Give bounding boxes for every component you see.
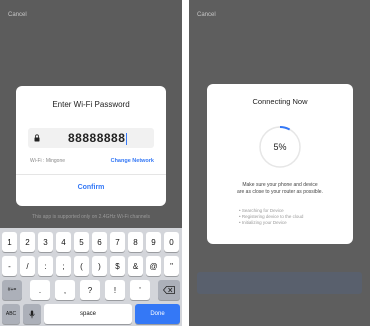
key-1[interactable]: 1 <box>2 232 17 252</box>
key-8[interactable]: 8 <box>128 232 143 252</box>
space-key[interactable]: space <box>44 304 132 324</box>
done-key[interactable]: Done <box>135 304 180 324</box>
key-slash[interactable]: / <box>20 256 35 276</box>
connecting-dialog: Connecting Now 5% Make sure your phone a… <box>207 84 353 244</box>
progress-percent: 5% <box>273 142 287 152</box>
key-open-paren[interactable]: ( <box>74 256 89 276</box>
key-period[interactable]: . <box>30 280 50 300</box>
key-abc[interactable]: ABC <box>2 304 20 324</box>
password-field[interactable]: 88888888 <box>28 128 154 148</box>
message-line: are as close to your router as possible. <box>237 188 323 195</box>
key-question[interactable]: ? <box>80 280 100 300</box>
key-9[interactable]: 9 <box>146 232 161 252</box>
dialog-title: Connecting Now <box>252 97 308 106</box>
bottom-action-bar <box>197 272 362 294</box>
step-item: • Initializing your Device <box>239 220 287 225</box>
key-0[interactable]: 0 <box>164 232 179 252</box>
backspace-icon <box>163 286 175 294</box>
key-4[interactable]: 4 <box>56 232 71 252</box>
key-close-paren[interactable]: ) <box>92 256 107 276</box>
key-dash[interactable]: - <box>2 256 17 276</box>
key-apostrophe[interactable]: ' <box>130 280 150 300</box>
key-semicolon[interactable]: ; <box>56 256 71 276</box>
key-comma[interactable]: , <box>55 280 75 300</box>
proximity-message: Make sure your phone and device are as c… <box>207 182 353 195</box>
key-5[interactable]: 5 <box>74 232 89 252</box>
key-colon[interactable]: : <box>38 256 53 276</box>
wifi-support-note: This app is supported only on 2.4GHz Wi-… <box>31 214 151 220</box>
dialog-title: Enter Wi-Fi Password <box>52 100 130 109</box>
key-7[interactable]: 7 <box>110 232 125 252</box>
cancel-button[interactable]: Cancel <box>197 12 216 18</box>
key-6[interactable]: 6 <box>92 232 107 252</box>
numeric-keyboard: 1 2 3 4 5 6 7 8 9 0 - / : ; ( ) $ & @ " … <box>0 228 182 326</box>
wifi-password-screen: Cancel Enter Wi-Fi Password 88888888 Wi-… <box>0 0 182 326</box>
change-network-link[interactable]: Change Network <box>111 158 154 164</box>
key-3[interactable]: 3 <box>38 232 53 252</box>
key-dollar[interactable]: $ <box>110 256 125 276</box>
dialog-divider <box>16 174 166 175</box>
connection-steps: • Searching for Device • Registering dev… <box>239 208 303 226</box>
key-exclamation[interactable]: ! <box>105 280 125 300</box>
password-value: 88888888 <box>68 131 128 145</box>
key-2[interactable]: 2 <box>20 232 35 252</box>
dictation-key[interactable] <box>23 304 41 324</box>
microphone-icon <box>29 310 35 318</box>
connecting-screen: Cancel Connecting Now 5% Make sure your … <box>189 0 370 326</box>
wifi-network-label: Wi-Fi : Mingone <box>30 158 66 164</box>
key-at[interactable]: @ <box>146 256 161 276</box>
lock-icon <box>34 134 40 142</box>
cancel-button[interactable]: Cancel <box>8 12 27 18</box>
confirm-button[interactable]: Confirm <box>16 184 166 191</box>
key-ampersand[interactable]: & <box>128 256 143 276</box>
wifi-password-dialog: Enter Wi-Fi Password 88888888 Wi-Fi : Mi… <box>16 86 166 206</box>
text-caret <box>126 132 128 145</box>
key-quote[interactable]: " <box>164 256 179 276</box>
backspace-key[interactable] <box>158 280 180 300</box>
key-symbols[interactable]: #+= <box>2 280 22 300</box>
